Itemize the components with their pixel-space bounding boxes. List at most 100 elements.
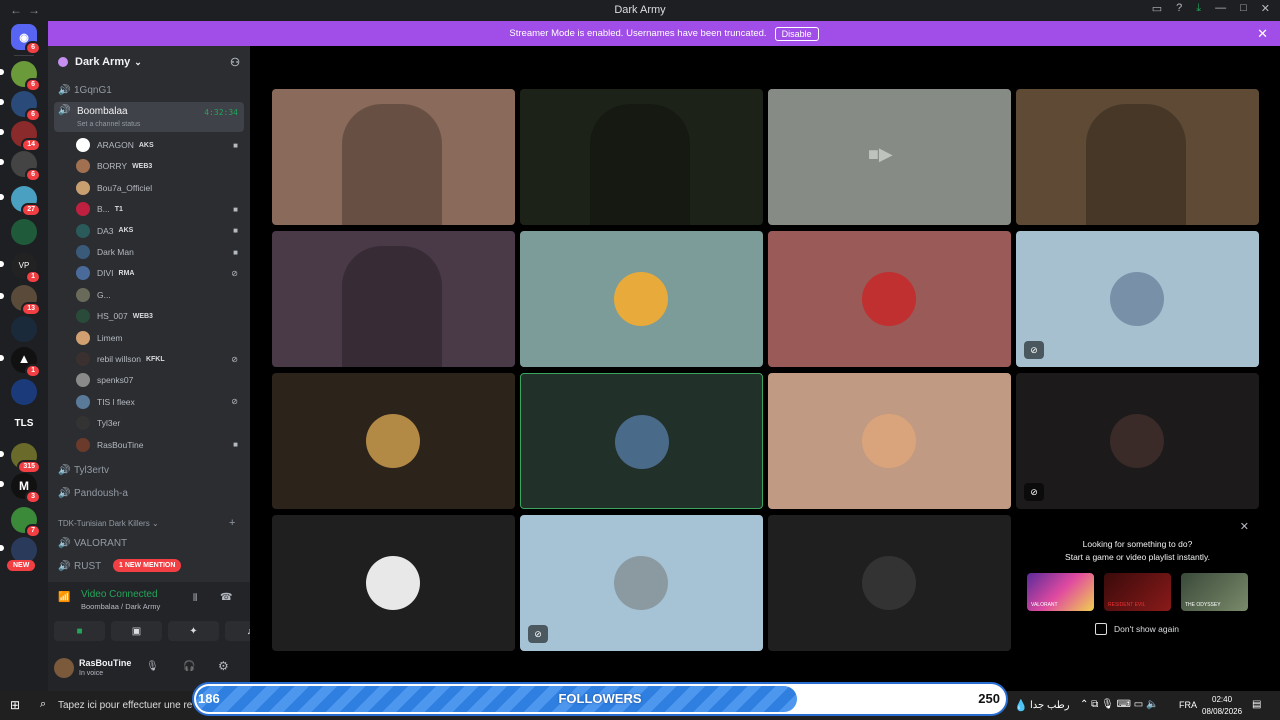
game-thumbnail[interactable]: RESIDENT EVIL [1104, 573, 1171, 611]
game-thumbnail[interactable]: VALORANT [1027, 573, 1094, 611]
voice-member[interactable]: RasBouTine ■ [76, 435, 244, 455]
server-icon[interactable]: 6 [11, 151, 41, 182]
voice-member[interactable]: Limem [76, 328, 244, 348]
voice-member[interactable]: DA3 AKS ■ [76, 221, 244, 241]
taskbar-search-input[interactable]: Tapez ici pour effectuer une re [58, 700, 192, 711]
participant-tile[interactable] [520, 231, 763, 367]
close-button[interactable]: ✕ [1261, 2, 1270, 15]
voice-channel[interactable]: 🔊 Tyl3ertv [54, 460, 244, 480]
mention-badge[interactable]: 1 NEW MENTION [113, 559, 182, 572]
minimize-button[interactable]: — [1215, 2, 1226, 15]
participant-avatar [614, 272, 668, 326]
voice-member[interactable]: spenks07 [76, 370, 244, 390]
server-icon[interactable]: 315 [11, 443, 41, 474]
participant-tile[interactable]: ⊘ [1016, 231, 1259, 367]
dont-show-checkbox[interactable] [1095, 623, 1107, 635]
search-icon[interactable]: ⌕ [40, 698, 46, 711]
participant-tile[interactable] [520, 373, 763, 509]
participant-tile[interactable]: ⊘ [520, 515, 763, 651]
server-icon[interactable]: 6 [11, 61, 41, 92]
signal-icon[interactable]: 📶 [58, 592, 70, 603]
connection-location[interactable]: Boombalaa / Dark Army [81, 602, 160, 611]
server-icon[interactable]: 6 [11, 91, 41, 122]
system-tray-icons[interactable]: ⌃ ⧉ 🎙 ⌨ ▭ 🔈 [1080, 699, 1158, 710]
member-name: ARAGON [97, 140, 134, 150]
participant-tile[interactable]: ■▶ [768, 89, 1011, 225]
server-icon[interactable]: 14 [11, 121, 41, 152]
download-icon[interactable]: ⤓ [1196, 2, 1201, 15]
participant-tile[interactable] [768, 231, 1011, 367]
voice-member[interactable]: TIS l fleex ⊘ [76, 392, 244, 412]
clock-time[interactable]: 02:40 [1212, 695, 1232, 704]
disconnect-icon[interactable]: ☎ [220, 592, 232, 603]
activities-button[interactable]: ✦ [168, 621, 219, 641]
chevron-down-icon: ⌄ [134, 56, 142, 67]
server-header[interactable]: Dark Army ⌄ ⚇ [48, 46, 250, 78]
voice-member[interactable]: HS_007 WEB3 [76, 306, 244, 326]
server-icon[interactable]: 7 [11, 507, 41, 538]
close-icon[interactable]: ✕ [1257, 26, 1268, 42]
server-icon[interactable]: ▲ 1 [11, 347, 41, 378]
microphone-icon[interactable]: 🎙 [146, 661, 159, 672]
voice-channel[interactable]: 🔊 Pandoush-a [54, 483, 244, 503]
participant-tile[interactable] [272, 373, 515, 509]
server-icon[interactable]: 27 [11, 186, 41, 217]
new-unreads-badge[interactable]: NEW [7, 560, 36, 571]
participant-tile[interactable] [768, 373, 1011, 509]
server-icon[interactable] [11, 379, 37, 405]
server-icon[interactable] [11, 219, 37, 245]
participant-tile[interactable] [272, 231, 515, 367]
voice-channel[interactable]: 🔊 VALORANT [54, 533, 244, 553]
participant-tile[interactable] [272, 515, 515, 651]
voice-member[interactable]: Bou7a_Officiel [76, 178, 244, 198]
channel-status[interactable]: Set a channel status [77, 121, 140, 128]
discord-home-button[interactable]: ◉ 6 [11, 24, 41, 55]
member-name: Tyl3er [97, 418, 121, 429]
inbox-icon[interactable]: ▭ [1152, 2, 1162, 15]
category-header[interactable]: TDK-Tunisian Dark Killers ⌄ [58, 519, 159, 528]
disable-button[interactable]: Disable [774, 26, 819, 41]
close-icon[interactable]: ✕ [1240, 520, 1249, 533]
voice-member[interactable]: DIVI RMA ⊘ [76, 263, 244, 283]
video-feed [1086, 104, 1186, 225]
member-tag: WEB3 [132, 162, 153, 170]
voice-member[interactable]: rebil willson KFKL ⊘ [76, 349, 244, 369]
game-thumbnail[interactable]: THE ODYSSEY [1181, 573, 1248, 611]
language-indicator[interactable]: FRA [1179, 700, 1197, 710]
voice-member[interactable]: Dark Man ■ [76, 242, 244, 262]
voice-member[interactable]: BORRY WEB3 [76, 156, 244, 176]
participant-tile[interactable]: ⊘ [1016, 373, 1259, 509]
muted-mic-icon: ⊘ [528, 625, 548, 643]
active-voice-channel[interactable]: 🔊 Boombalaa 4:32:34 Set a channel status [54, 102, 244, 132]
server-icon[interactable]: 13 [11, 285, 41, 316]
noise-suppression-icon[interactable]: ⫴ [193, 593, 197, 604]
help-icon[interactable]: ? [1176, 2, 1182, 15]
headphones-icon[interactable]: 🎧 [183, 661, 195, 672]
voice-member[interactable]: B... T1 ■ [76, 199, 244, 219]
clock-date[interactable]: 08/08/2026 [1202, 707, 1242, 716]
voice-member[interactable]: G... [76, 285, 244, 305]
participant-tile[interactable] [520, 89, 763, 225]
voice-member[interactable]: Tyl3er [76, 413, 244, 433]
camera-button[interactable]: ■ [54, 621, 105, 641]
add-channel-icon[interactable]: + [229, 517, 235, 529]
notification-icon[interactable]: ▤ [1252, 699, 1261, 710]
voice-channel[interactable]: 🔊 1GqnG1 [54, 80, 244, 100]
avatar[interactable] [54, 658, 74, 678]
maximize-button[interactable]: □ [1240, 2, 1247, 15]
screen-share-icon: ▣ [131, 625, 142, 637]
participant-tile[interactable] [272, 89, 515, 225]
participant-tile[interactable] [1016, 89, 1259, 225]
voice-member[interactable]: ARAGON AKS ■ [76, 135, 244, 155]
weather-text[interactable]: رطب جدا [1030, 700, 1070, 711]
server-icon[interactable]: VP 1 [11, 253, 41, 284]
windows-start-icon[interactable]: ⊞ [10, 698, 20, 712]
server-icon[interactable]: M3 [11, 473, 41, 504]
gear-icon[interactable]: ⚙ [218, 659, 229, 673]
server-icon[interactable]: TLS [11, 411, 37, 437]
screen-share-button[interactable]: ▣ [111, 621, 162, 641]
server-icon[interactable] [11, 316, 37, 342]
invite-icon[interactable]: ⚇ [230, 56, 240, 69]
muted-mic-icon: ⊘ [1024, 341, 1044, 359]
participant-tile[interactable] [768, 515, 1011, 651]
